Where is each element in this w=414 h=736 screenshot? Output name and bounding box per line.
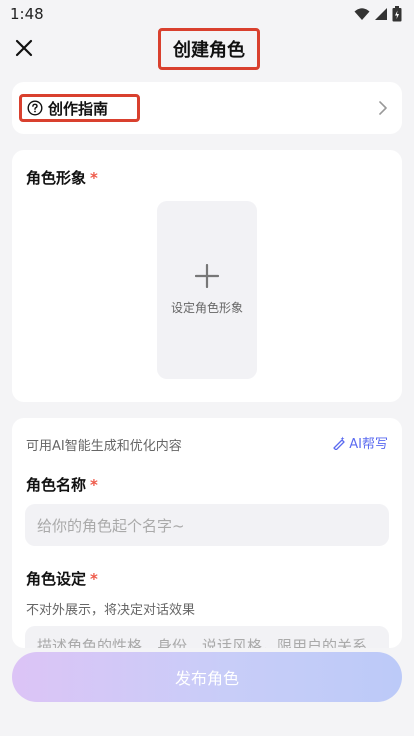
setting-label-text: 角色设定 <box>26 570 87 588</box>
role-setting-input[interactable]: 描述角色的性格、身份、说话风格，限用户的关系等 <box>25 626 389 648</box>
chevron-right-icon <box>379 101 387 115</box>
guide-label: 创作指南 <box>48 99 109 118</box>
status-bar: 1:48 <box>0 0 414 28</box>
role-name-input[interactable]: 给你的角色起个名字~ <box>25 504 389 546</box>
header: 创建角色 <box>0 28 414 72</box>
ai-help-label: AI帮写 <box>349 437 388 452</box>
close-button[interactable] <box>12 36 36 60</box>
setting-description: 不对外展示，将决定对话效果 <box>26 603 196 618</box>
setting-section-label: 角色设定 * <box>26 568 98 589</box>
battery-icon <box>392 6 402 22</box>
status-icons <box>354 6 402 22</box>
avatar-section-label: 角色形象 * <box>26 167 98 188</box>
signal-icon <box>375 8 387 20</box>
help-circle-icon <box>27 100 43 116</box>
avatar-upload-label: 设定角色形象 <box>170 301 243 315</box>
guide-highlight: 创作指南 <box>19 94 140 122</box>
close-icon <box>15 39 33 57</box>
avatar-card: 角色形象 * 设定角色形象 <box>12 150 402 402</box>
name-section-label: 角色名称 * <box>26 474 98 495</box>
plus-icon <box>195 264 219 288</box>
name-required-mark: * <box>90 476 98 494</box>
name-placeholder: 给你的角色起个名字~ <box>37 516 185 535</box>
magic-pen-icon <box>333 436 345 450</box>
setting-placeholder: 描述角色的性格、身份、说话风格，限用户的关系等 <box>37 637 368 648</box>
ai-hint: 可用AI智能生成和优化内容 <box>26 439 182 454</box>
name-label-text: 角色名称 <box>26 476 87 494</box>
publish-button[interactable]: 发布角色 <box>12 652 402 702</box>
required-mark: * <box>90 169 98 187</box>
ai-help-button[interactable]: AI帮写 <box>332 433 388 452</box>
avatar-label-text: 角色形象 <box>26 169 87 187</box>
role-form-card: 可用AI智能生成和优化内容 AI帮写 角色名称 * 给你的角色起个名字~ 角色设定… <box>12 418 402 648</box>
setting-required-mark: * <box>90 570 98 588</box>
page-title: 创建角色 <box>158 28 260 70</box>
status-time: 1:48 <box>10 5 44 23</box>
wifi-icon <box>354 8 370 20</box>
creation-guide-row[interactable]: 创作指南 <box>12 82 402 134</box>
avatar-upload-button[interactable]: 设定角色形象 <box>157 201 257 379</box>
